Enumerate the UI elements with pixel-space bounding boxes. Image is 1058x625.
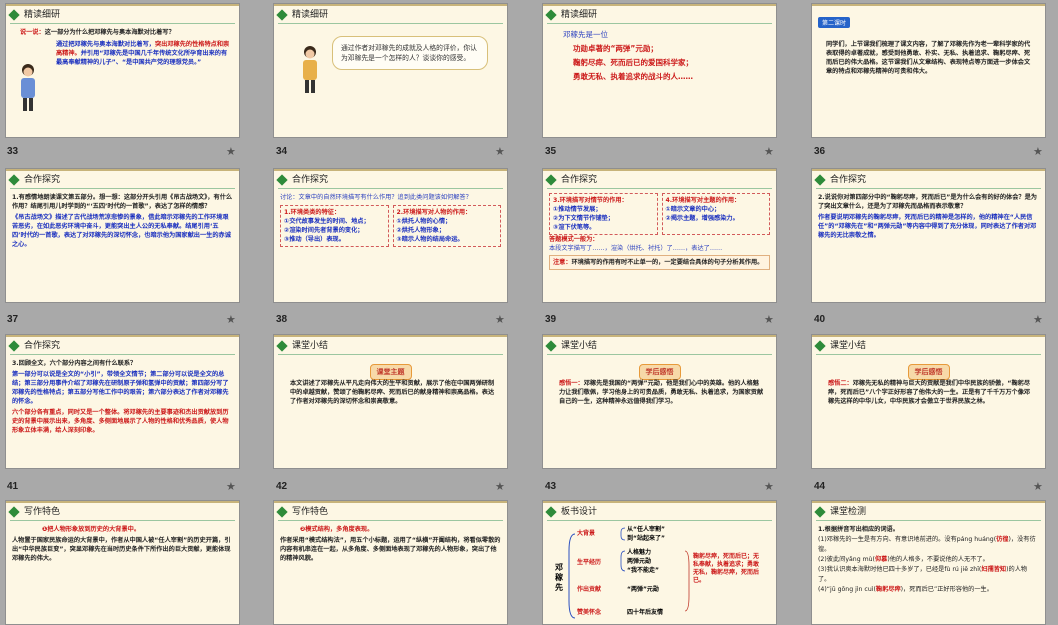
slide-thumbnail[interactable]: 精读细研 说一说：这一部分为什么把邓稼先与奥本海默对比着写？ 通过把邓稼先与奥本… bbox=[5, 3, 240, 138]
slide-thumbnail[interactable]: 第二课时 同学们，上节课我们梳理了课文内容，了解了邓稼先作为老一辈科学家的代表取… bbox=[811, 3, 1046, 138]
diamond-icon bbox=[814, 506, 826, 518]
slide-header: 合作探究 bbox=[8, 173, 60, 187]
star-icon[interactable]: ★ bbox=[495, 313, 505, 326]
speech-bubble: 通过作者对邓稼先的成就及人格的评价，你认为邓稼先是一个怎样的人？谈谈你的感受。 bbox=[332, 36, 488, 70]
slide-thumbnail[interactable]: 合作探究 3.回顾全文，六个部分内容之间有什么联系？ 第一部分可以说是全文的“小… bbox=[5, 334, 240, 469]
star-icon[interactable]: ★ bbox=[1033, 480, 1043, 493]
diamond-icon bbox=[814, 174, 826, 186]
slide-header: 合作探究 bbox=[814, 173, 866, 187]
slide-thumbnail[interactable]: 写作特色 ❶把人物形象放到历史的大背景中。 人物置于国家民族命运的大背景中，作者… bbox=[5, 500, 240, 625]
slide-header: 课堂小结 bbox=[545, 339, 597, 353]
slide-thumbnail[interactable]: 写作特色 ❷模式结构，多角度表现。 作者采用“模式结构法”，用五个小标题，运用了… bbox=[273, 500, 508, 625]
diamond-icon bbox=[8, 174, 20, 186]
slide-number: 43 bbox=[545, 481, 557, 492]
slide-thumbnail[interactable]: 合作探究 2.说说你对第四部分中的“鞠躬尽瘁，死而后已”是为什么会有的好的体会？… bbox=[811, 168, 1046, 303]
slide-thumbnail[interactable]: 合作探究 讨论：文章中的自然环境描写有什么作用？追到此类问题该如何解答？ 1.环… bbox=[273, 168, 508, 303]
star-icon[interactable]: ★ bbox=[1033, 313, 1043, 326]
slide-header: 精读细研 bbox=[8, 8, 60, 22]
diamond-icon bbox=[276, 506, 288, 518]
slide-thumbnail[interactable]: 课堂小结 学后感悟 感悟一：邓稼先是我国的“两弹”元勋，他是我们心中的英雄。他的… bbox=[542, 334, 777, 469]
diamond-icon bbox=[276, 174, 288, 186]
star-icon[interactable]: ★ bbox=[495, 145, 505, 158]
section-tag: 学后感悟 bbox=[638, 364, 681, 380]
slide-number: 35 bbox=[545, 146, 557, 157]
slide-header: 课堂小结 bbox=[276, 339, 328, 353]
slide-header: 课堂小结 bbox=[814, 339, 866, 353]
slide-number: 40 bbox=[814, 314, 826, 325]
slide-thumbnail[interactable]: 板书设计 邓稼先 大背景 从“任人宰割” 到“站起来了” 生平经历 人格魅力 两… bbox=[542, 500, 777, 625]
slide-number: 38 bbox=[276, 314, 288, 325]
diamond-icon bbox=[276, 340, 288, 352]
diamond-icon bbox=[814, 340, 826, 352]
slide-thumbnail[interactable]: 精读细研 通过作者对邓稼先的成就及人格的评价，你认为邓稼先是一个怎样的人？谈谈你… bbox=[273, 3, 508, 138]
teacher-illustration bbox=[21, 64, 35, 111]
slide-number: 39 bbox=[545, 314, 557, 325]
lesson-badge: 第二课时 bbox=[818, 17, 851, 28]
star-icon[interactable]: ★ bbox=[764, 480, 774, 493]
slide-number: 36 bbox=[814, 146, 826, 157]
diamond-icon bbox=[8, 506, 20, 518]
diamond-icon bbox=[8, 9, 20, 21]
slide-number: 33 bbox=[7, 146, 19, 157]
star-icon[interactable]: ★ bbox=[495, 480, 505, 493]
diamond-icon bbox=[545, 340, 557, 352]
slide-thumbnail[interactable]: 课堂小结 课堂主题 本文讲述了邓稼先从平凡走向伟大的生平和贡献，展示了他在中国两… bbox=[273, 334, 508, 469]
slide-header: 精读细研 bbox=[545, 8, 597, 22]
star-icon[interactable]: ★ bbox=[764, 313, 774, 326]
slide-thumbnail[interactable]: 课堂检测 1.根据拼音写出相应的词语。 (1)邓稼先的一生是有方向、有意识地前进… bbox=[811, 500, 1046, 625]
star-icon[interactable]: ★ bbox=[226, 145, 236, 158]
diamond-icon bbox=[276, 9, 288, 21]
slide-thumbnail[interactable]: 课堂小结 学后感悟 感悟二：邓稼先无私的精神与巨大的贡献是我们中华民族的骄傲，“… bbox=[811, 334, 1046, 469]
slide-number: 44 bbox=[814, 481, 826, 492]
slide-number: 41 bbox=[7, 481, 19, 492]
slide-number: 42 bbox=[276, 481, 288, 492]
slide-header: 写作特色 bbox=[8, 505, 60, 519]
diamond-icon bbox=[545, 174, 557, 186]
teacher-illustration bbox=[303, 46, 317, 93]
slide-thumbnail[interactable]: 精读细研 邓稼先是一位 功勋卓著的“两弹”元勋； 鞠躬尽瘁、死而后已的爱国科学家… bbox=[542, 3, 777, 138]
diamond-icon bbox=[8, 340, 20, 352]
slide-header: 课堂检测 bbox=[814, 505, 866, 519]
star-icon[interactable]: ★ bbox=[226, 480, 236, 493]
tree-root: 邓稼先 bbox=[555, 563, 563, 592]
slide-header: 合作探究 bbox=[545, 173, 597, 187]
star-icon[interactable]: ★ bbox=[1033, 145, 1043, 158]
star-icon[interactable]: ★ bbox=[226, 313, 236, 326]
slide-thumbnail[interactable]: 合作探究 3.环境描写对情节的作用： ①推动情节发展； ②为下文情节作铺垫； ③… bbox=[542, 168, 777, 303]
slide-header: 精读细研 bbox=[276, 8, 328, 22]
slide-number: 37 bbox=[7, 314, 19, 325]
slide-number: 34 bbox=[276, 146, 288, 157]
section-tag: 学后感悟 bbox=[907, 364, 950, 380]
slide-thumbnail[interactable]: 合作探究 1.有感情地朗读课文第五部分。想一想：这部分开头引用《吊古战场文》，有… bbox=[5, 168, 240, 303]
diamond-icon bbox=[545, 9, 557, 21]
section-tag: 课堂主题 bbox=[369, 364, 412, 380]
star-icon[interactable]: ★ bbox=[764, 145, 774, 158]
slide-header: 合作探究 bbox=[276, 173, 328, 187]
slide-header: 写作特色 bbox=[276, 505, 328, 519]
slide-header: 合作探究 bbox=[8, 339, 60, 353]
